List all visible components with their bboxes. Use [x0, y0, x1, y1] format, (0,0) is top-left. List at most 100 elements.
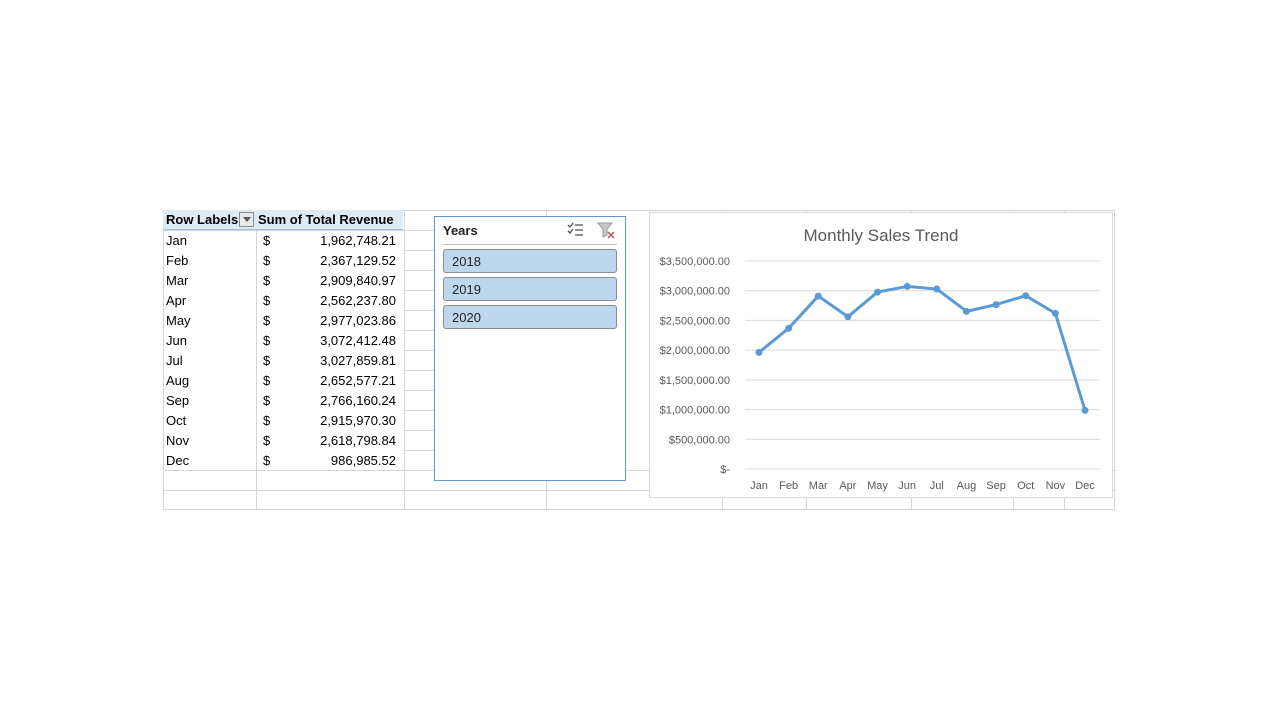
x-tick-label: Jun: [898, 480, 916, 492]
data-point: [874, 288, 882, 296]
multi-select-icon[interactable]: [566, 221, 584, 239]
slicer-item-label: 2019: [452, 282, 481, 297]
y-tick-label: $500,000.00: [669, 434, 730, 446]
row-labels-filter-dropdown-icon[interactable]: [239, 212, 254, 227]
y-tick-label: $1,000,000.00: [660, 405, 730, 417]
revenue-value: 2,977,023.86: [320, 313, 396, 328]
data-point: [1051, 309, 1059, 317]
currency-symbol: $: [263, 233, 271, 248]
currency-symbol: $: [263, 373, 271, 388]
revenue-value: 2,652,577.21: [320, 373, 396, 388]
data-point: [785, 324, 793, 332]
month-label: Dec: [166, 453, 190, 468]
revenue-value: 1,962,748.21: [320, 233, 396, 248]
x-tick-label: Sep: [986, 480, 1006, 492]
clear-filter-icon[interactable]: [597, 221, 615, 239]
month-label: Jul: [166, 353, 183, 368]
data-point: [992, 301, 1000, 309]
currency-symbol: $: [263, 413, 271, 428]
data-point: [903, 282, 911, 290]
month-label: Apr: [166, 293, 187, 308]
x-tick-label: Feb: [779, 480, 798, 492]
month-label: Sep: [166, 393, 190, 408]
data-point: [814, 292, 822, 300]
y-tick-label: $3,000,000.00: [660, 286, 730, 298]
revenue-value: 2,618,798.84: [320, 433, 396, 448]
chart-canvas: Monthly Sales Trend $- $500,000.00 $1,000,0…: [660, 226, 1100, 492]
pivot-row-mar[interactable]: Mar $2,909,840.97: [163, 270, 403, 290]
x-tick-label: Jan: [750, 480, 768, 492]
pivot-row-may[interactable]: May $2,977,023.86: [163, 310, 403, 330]
data-point: [844, 313, 852, 321]
pivot-row-dec[interactable]: Dec $986,985.52: [163, 450, 403, 470]
currency-symbol: $: [263, 333, 271, 348]
slicer-item-2019[interactable]: 2019: [443, 277, 617, 301]
pivot-row-jun[interactable]: Jun $3,072,412.48: [163, 330, 403, 350]
slicer-item-label: 2018: [452, 254, 481, 269]
month-label: Jun: [166, 333, 187, 348]
x-tick-label: Mar: [809, 480, 828, 492]
revenue-value: 3,027,859.81: [320, 353, 396, 368]
x-tick-label: Aug: [957, 480, 977, 492]
sum-of-total-revenue-header[interactable]: Sum of Total Revenue: [258, 212, 394, 227]
y-tick-label: $2,500,000.00: [660, 315, 730, 327]
y-tick-label: $-: [720, 464, 730, 476]
x-tick-label: Jul: [930, 480, 944, 492]
pivot-row-oct[interactable]: Oct $2,915,970.30: [163, 410, 403, 430]
month-label: Jan: [166, 233, 187, 248]
pivot-row-feb[interactable]: Feb $2,367,129.52: [163, 250, 403, 270]
revenue-value: 2,766,160.24: [320, 393, 396, 408]
month-label: Oct: [166, 413, 187, 428]
revenue-value: 2,562,237.80: [320, 293, 396, 308]
month-label: Nov: [166, 433, 190, 448]
x-tick-label: Dec: [1075, 480, 1095, 492]
monthly-sales-chart[interactable]: Monthly Sales Trend $- $500,000.00 $1,000,0…: [649, 212, 1113, 498]
currency-symbol: $: [263, 253, 271, 268]
month-label: May: [166, 313, 191, 328]
data-point: [1022, 292, 1030, 300]
slicer-item-2020[interactable]: 2020: [443, 305, 617, 329]
data-point: [962, 307, 970, 315]
chart-title: Monthly Sales Trend: [804, 226, 959, 245]
pivot-row-aug[interactable]: Aug $2,652,577.21: [163, 370, 403, 390]
pivot-row-apr[interactable]: Apr $2,562,237.80: [163, 290, 403, 310]
x-tick-label: May: [867, 480, 888, 492]
y-tick-label: $3,500,000.00: [660, 256, 730, 268]
slicer-separator: [443, 244, 617, 245]
row-labels-header[interactable]: Row Labels: [166, 212, 238, 227]
currency-symbol: $: [263, 433, 271, 448]
pivot-row-jan[interactable]: Jan $1,962,748.21: [163, 230, 403, 250]
month-label: Mar: [166, 273, 189, 288]
slicer-item-2018[interactable]: 2018: [443, 249, 617, 273]
y-tick-label: $1,500,000.00: [660, 375, 730, 387]
currency-symbol: $: [263, 393, 271, 408]
x-tick-label: Nov: [1046, 480, 1066, 492]
currency-symbol: $: [263, 313, 271, 328]
revenue-value: 2,915,970.30: [320, 413, 396, 428]
x-tick-label: Apr: [839, 480, 856, 492]
slicer-item-label: 2020: [452, 310, 481, 325]
currency-symbol: $: [263, 293, 271, 308]
column-divider: [404, 211, 405, 509]
y-tick-label: $2,000,000.00: [660, 345, 730, 357]
slicer-title: Years: [443, 223, 478, 238]
pivot-row-nov[interactable]: Nov $2,618,798.84: [163, 430, 403, 450]
pivot-row-jul[interactable]: Jul $3,027,859.81: [163, 350, 403, 370]
month-label: Aug: [166, 373, 190, 388]
x-tick-label: Oct: [1017, 480, 1034, 492]
currency-symbol: $: [263, 453, 271, 468]
pivot-header-row: Row Labels Sum of Total Revenue: [163, 210, 403, 230]
series-line: [758, 284, 1087, 411]
currency-symbol: $: [263, 353, 271, 368]
month-label: Feb: [166, 253, 189, 268]
revenue-value: 986,985.52: [330, 453, 396, 468]
revenue-value: 3,072,412.48: [320, 333, 396, 348]
revenue-value: 2,909,840.97: [320, 273, 396, 288]
data-point: [1081, 406, 1089, 414]
pivot-row-sep[interactable]: Sep $2,766,160.24: [163, 390, 403, 410]
data-point: [933, 285, 941, 293]
years-slicer[interactable]: Years 2018 2019 2020: [434, 216, 626, 481]
revenue-value: 2,367,129.52: [320, 253, 396, 268]
currency-symbol: $: [263, 273, 271, 288]
data-point: [755, 348, 763, 356]
